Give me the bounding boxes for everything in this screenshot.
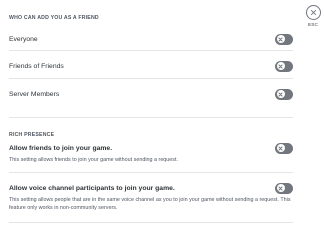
friend-option-server-members: Server Members xyxy=(9,87,295,101)
allow-voice-join-row: Allow voice channel participants to join… xyxy=(9,181,295,195)
friend-option-friends-of-friends: Friends of Friends xyxy=(9,59,295,73)
everyone-toggle[interactable] xyxy=(275,33,293,45)
rich-presence-section-title: RICH PRESENCE xyxy=(9,132,55,138)
divider xyxy=(9,78,293,79)
x-icon xyxy=(276,35,285,43)
esc-label: ESC xyxy=(307,22,319,27)
allow-friends-join-description: This setting allows friends to join your… xyxy=(9,157,178,163)
server-members-toggle[interactable] xyxy=(275,88,293,100)
allow-friends-join-row: Allow friends to join your game. xyxy=(9,141,295,155)
friend-option-label: Friends of Friends xyxy=(9,62,64,70)
x-icon xyxy=(276,184,285,192)
friend-option-label: Everyone xyxy=(9,35,38,43)
close-button[interactable] xyxy=(305,5,321,20)
close-control: ESC xyxy=(305,5,321,27)
x-icon xyxy=(276,90,285,98)
allow-friends-join-label: Allow friends to join your game. xyxy=(9,144,113,152)
allow-voice-join-label: Allow voice channel participants to join… xyxy=(9,184,175,192)
friend-option-everyone: Everyone xyxy=(9,32,295,46)
divider xyxy=(9,172,293,173)
friends-of-friends-toggle[interactable] xyxy=(275,60,293,72)
close-icon xyxy=(310,9,316,16)
friend-requests-section-title: WHO CAN ADD YOU AS A FRIEND xyxy=(9,15,99,21)
divider xyxy=(9,117,293,118)
x-icon xyxy=(276,62,285,70)
x-icon xyxy=(276,144,285,152)
divider xyxy=(9,50,293,51)
allow-voice-join-toggle[interactable] xyxy=(275,182,293,194)
allow-friends-join-toggle[interactable] xyxy=(275,142,293,154)
divider xyxy=(9,222,293,223)
privacy-settings-panel: WHO CAN ADD YOU AS A FRIEND Everyone Fri… xyxy=(9,0,295,240)
friend-option-label: Server Members xyxy=(9,90,60,98)
allow-voice-join-description: This setting allows people that are in t… xyxy=(9,197,291,211)
